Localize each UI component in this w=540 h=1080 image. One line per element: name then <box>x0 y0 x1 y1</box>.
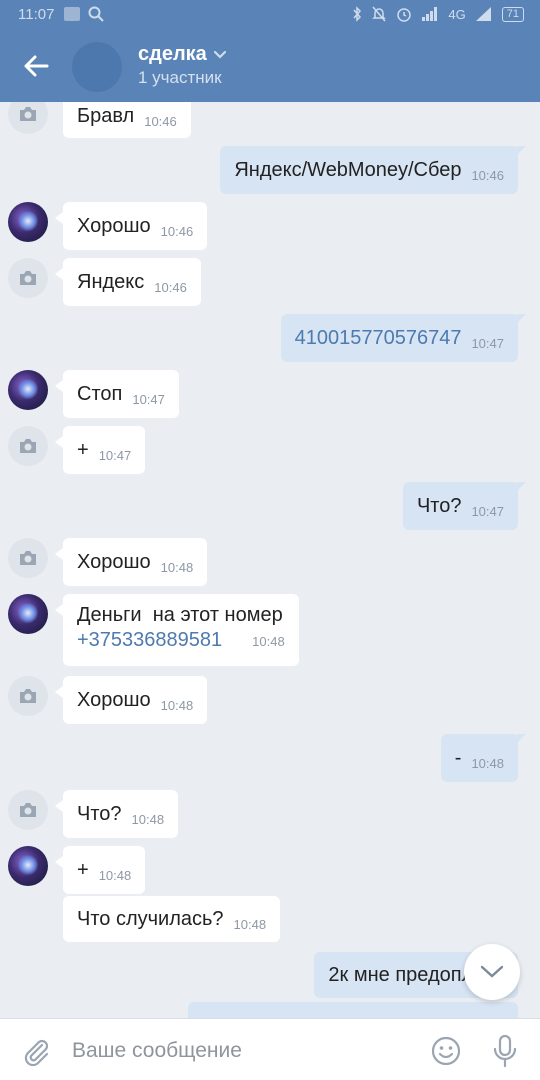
sender-avatar[interactable] <box>8 594 48 634</box>
chat-title[interactable]: сделка <box>138 43 227 66</box>
message-bubble[interactable]: Что? 10:47 <box>402 482 527 530</box>
message-bubble[interactable]: 410015770576747 10:47 <box>280 314 527 362</box>
message-time: 10:48 <box>160 697 194 713</box>
message-input[interactable] <box>72 1035 402 1067</box>
battery-indicator: 71 <box>501 6 524 22</box>
network-type: 4G <box>448 6 466 22</box>
message-time: 10:46 <box>144 113 177 129</box>
message-text: Деньги на этот номер <box>77 604 283 626</box>
message-text: Что? <box>77 802 122 825</box>
message-time: 10:48 <box>160 559 194 575</box>
message-time: 10:48 <box>233 916 267 932</box>
message-text: + <box>77 438 89 461</box>
camera-icon <box>20 107 36 121</box>
message-time: 10:46 <box>154 279 187 295</box>
status-time: 11:07 <box>18 6 55 23</box>
back-button[interactable] <box>18 48 54 84</box>
bluetooth-icon <box>353 6 362 22</box>
message-bubble[interactable]: Что случилась? 10:48 <box>63 896 281 942</box>
emoji-button[interactable] <box>430 1035 462 1067</box>
message-time: 10:48 <box>471 755 504 771</box>
sender-avatar[interactable] <box>8 538 48 578</box>
message-text: Стоп <box>77 382 123 405</box>
sender-avatar[interactable] <box>8 846 48 886</box>
message-link[interactable]: 410015770576747 <box>295 327 462 350</box>
camera-icon <box>20 551 36 565</box>
sender-avatar[interactable] <box>8 102 48 134</box>
message-time: 10:46 <box>160 223 194 239</box>
microphone-icon <box>493 1034 517 1068</box>
signal-icon-2 <box>475 7 491 21</box>
message-bubble[interactable]: Деньги на этот номер +375336889581 10:48 <box>55 594 299 666</box>
message-bubble[interactable]: Хорошо 10:48 <box>54 676 208 724</box>
status-bar: 11:07 4G 71 <box>0 0 540 30</box>
sender-avatar[interactable] <box>8 370 48 410</box>
sender-avatar[interactable] <box>8 426 48 466</box>
alarm-icon <box>397 8 412 22</box>
phone-link[interactable]: +375336889581 <box>77 629 222 652</box>
signal-icon <box>422 7 438 21</box>
scroll-to-bottom-button[interactable] <box>464 944 520 1000</box>
message-time: 10:47 <box>471 503 504 519</box>
search-icon <box>88 6 104 22</box>
chevron-down-icon <box>213 50 226 59</box>
message-text: Хорошо <box>77 688 151 711</box>
mute-bell-icon <box>372 6 387 22</box>
message-composer <box>0 1018 540 1080</box>
message-text: Бравл <box>77 104 135 127</box>
message-bubble[interactable]: Бравл 10:46 <box>63 102 191 138</box>
camera-icon <box>20 439 36 453</box>
sender-avatar[interactable] <box>8 676 48 716</box>
voice-message-button[interactable] <box>490 1033 520 1069</box>
message-bubble-partial[interactable] <box>188 1002 518 1018</box>
message-time: 10:48 <box>98 867 132 883</box>
camera-icon <box>20 689 36 703</box>
message-time: 10:47 <box>132 391 165 407</box>
message-time: 10:47 <box>471 335 504 351</box>
sender-avatar[interactable] <box>8 790 48 830</box>
message-bubble[interactable]: + 10:48 <box>54 846 146 894</box>
message-time: 10:48 <box>252 634 285 649</box>
message-list[interactable]: Бравл 10:46 Яндекс/WebMoney/Сбер 10:46 Х… <box>0 102 540 1018</box>
message-text: Хорошо <box>77 550 151 573</box>
camera-icon <box>20 271 36 285</box>
chat-avatar[interactable] <box>72 42 122 92</box>
chat-subtitle: 1 участник <box>138 68 222 87</box>
message-bubble[interactable]: Хорошо 10:46 <box>54 202 208 250</box>
message-text: Яндекс <box>77 270 145 293</box>
message-bubble[interactable]: Яндекс/WebMoney/Сбер 10:46 <box>220 146 526 194</box>
chat-header: 11:07 4G 71 сделка 1 участник <box>0 0 540 102</box>
chat-title-text: сделка <box>138 43 207 65</box>
notification-icon <box>64 7 80 21</box>
attach-button[interactable] <box>20 1035 52 1067</box>
message-text: - <box>454 746 462 769</box>
sender-avatar[interactable] <box>8 202 48 242</box>
message-bubble[interactable]: Что? 10:48 <box>54 790 179 838</box>
message-text: Яндекс/WebMoney/Сбер <box>234 158 462 181</box>
message-bubble[interactable]: Стоп 10:47 <box>55 370 179 418</box>
message-text: + <box>77 858 89 881</box>
message-bubble[interactable]: + 10:47 <box>54 426 146 474</box>
paperclip-icon <box>24 1039 49 1067</box>
chevron-down-icon <box>480 965 504 978</box>
message-text: Что? <box>416 494 462 517</box>
message-bubble[interactable]: - 10:48 <box>440 734 527 782</box>
message-text: Что случилась? <box>77 907 224 930</box>
message-time: 10:48 <box>131 811 165 827</box>
message-text: Хорошо <box>77 214 151 237</box>
message-bubble[interactable]: Яндекс 10:46 <box>55 258 201 306</box>
arrow-left-icon <box>24 55 49 77</box>
smile-icon <box>431 1036 461 1066</box>
sender-avatar[interactable] <box>8 258 48 298</box>
camera-icon <box>20 803 36 817</box>
message-bubble[interactable]: Хорошо 10:48 <box>54 538 208 586</box>
message-time: 10:46 <box>471 167 504 183</box>
message-time: 10:47 <box>98 447 132 463</box>
